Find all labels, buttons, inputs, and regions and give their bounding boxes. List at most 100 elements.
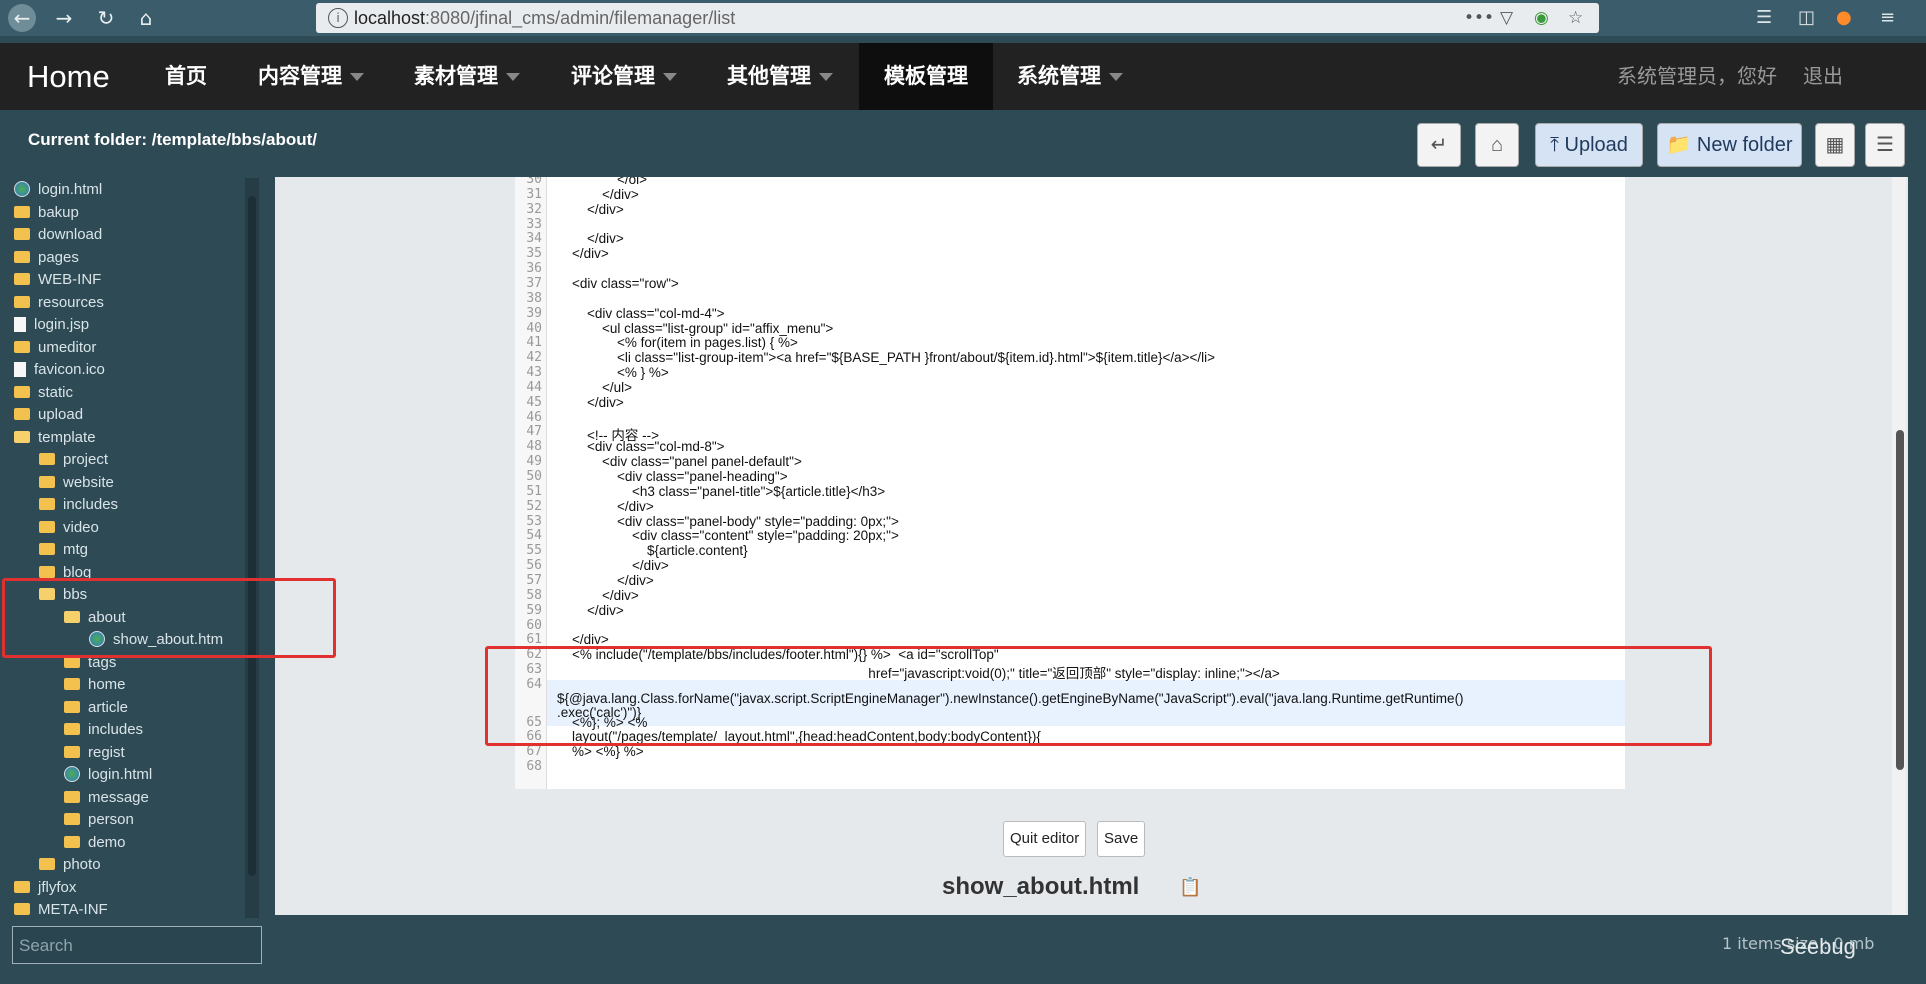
- home-folder-button[interactable]: ⌂: [1475, 123, 1519, 167]
- tree-item[interactable]: demo: [64, 832, 126, 854]
- upload-button[interactable]: ⤒ Upload: [1535, 123, 1643, 167]
- upload-icon: ⤒: [1550, 134, 1559, 156]
- tree-item[interactable]: login.html: [14, 179, 102, 201]
- folder-icon: [14, 205, 30, 218]
- folder-icon: [39, 565, 55, 578]
- tree-item-label: upload: [38, 406, 84, 423]
- tree-item[interactable]: home: [64, 674, 126, 696]
- code-line: </ul>: [557, 379, 633, 395]
- return-icon: ↵: [1430, 134, 1448, 156]
- back-icon[interactable]: ←: [8, 4, 36, 32]
- folder-icon: [64, 813, 80, 826]
- tree-item-label: demo: [88, 833, 126, 851]
- tree-item[interactable]: photo: [39, 854, 101, 876]
- code-line: <div class="panel-heading">: [557, 469, 788, 484]
- line-number: 45: [526, 394, 542, 410]
- folder-icon: [14, 250, 30, 263]
- file-name: show_about.html: [942, 873, 1140, 900]
- list-view-button[interactable]: ☰: [1865, 123, 1905, 167]
- tree-item[interactable]: resources: [14, 292, 104, 314]
- nav-item-content[interactable]: 内容管理: [258, 43, 364, 110]
- logout-link[interactable]: 退出: [1803, 43, 1843, 110]
- tree-item-label: umeditor: [38, 338, 97, 356]
- tree-item[interactable]: login.html: [64, 764, 152, 786]
- tree-item[interactable]: website: [39, 472, 114, 494]
- tree-item[interactable]: umeditor: [14, 337, 96, 359]
- tree-item[interactable]: person: [64, 809, 134, 831]
- nav-item-home[interactable]: 首页: [165, 43, 207, 110]
- pocket-icon[interactable]: ▽: [1500, 8, 1513, 28]
- code-line: </div>: [557, 587, 639, 603]
- reload-icon[interactable]: ↻: [92, 4, 120, 32]
- home-icon[interactable]: ⌂: [132, 4, 160, 32]
- tree-item-label: bakup: [38, 203, 79, 221]
- tree-item[interactable]: regist: [64, 742, 125, 764]
- menu-icon[interactable]: ≡: [1880, 7, 1895, 28]
- line-number: 39: [526, 305, 542, 321]
- nav-item-system[interactable]: 系统管理: [1017, 43, 1123, 110]
- tree-item-label: home: [88, 676, 126, 693]
- line-number: 57: [526, 572, 542, 588]
- tree-item-label: login.html: [38, 181, 103, 198]
- folder-icon: [14, 228, 30, 241]
- line-number: 58: [526, 587, 542, 603]
- search-input[interactable]: Search: [12, 926, 262, 964]
- tree-item-label: login.html: [88, 766, 153, 783]
- new-folder-button[interactable]: 📁 New folder: [1657, 123, 1802, 167]
- tree-item[interactable]: static: [14, 382, 73, 404]
- return-button[interactable]: ↵: [1417, 123, 1461, 167]
- code-line: %> <%} %>: [557, 744, 644, 760]
- tree-item-label: photo: [63, 856, 101, 873]
- info-icon[interactable]: i: [328, 8, 348, 28]
- code-line: <div class="content" style="padding: 20p…: [557, 528, 899, 544]
- nav-item-material[interactable]: 素材管理: [414, 43, 520, 110]
- clipboard-icon[interactable]: 📋: [1179, 877, 1201, 898]
- tree-scrollbar[interactable]: [248, 196, 256, 876]
- nav-item-comments[interactable]: 评论管理: [571, 43, 677, 110]
- line-number: 56: [526, 558, 542, 574]
- code-line: </ol>: [557, 177, 648, 187]
- page-actions-icon[interactable]: •••: [1464, 8, 1494, 28]
- tree-item[interactable]: favicon.ico: [14, 359, 105, 381]
- code-line: <div class="row">: [557, 275, 679, 291]
- folder-icon: [39, 520, 55, 533]
- tree-item[interactable]: jflyfox: [14, 877, 76, 899]
- nav-item-other[interactable]: 其他管理: [727, 43, 833, 110]
- tree-item[interactable]: template: [14, 427, 96, 449]
- folder-tree: login.html bakup download pages WEB-INF resou…: [0, 176, 265, 918]
- tree-item[interactable]: bakup: [14, 202, 79, 224]
- sidebar-icon[interactable]: ◫: [1798, 7, 1815, 28]
- address-bar[interactable]: i localhost:8080/jfinal_cms/admin/filema…: [316, 3, 1599, 33]
- brand-home[interactable]: Home: [27, 59, 110, 95]
- main-scrollbar[interactable]: [1896, 430, 1904, 770]
- tree-item[interactable]: pages: [14, 247, 79, 269]
- bug-extension-icon[interactable]: ◉: [1534, 8, 1549, 28]
- line-number: 33: [526, 216, 542, 232]
- tree-item[interactable]: mtg: [39, 539, 88, 561]
- folder-icon: [64, 678, 80, 691]
- tree-item[interactable]: project: [39, 449, 108, 471]
- tree-item[interactable]: download: [14, 224, 102, 246]
- tree-item[interactable]: META-INF: [14, 899, 108, 918]
- tree-item[interactable]: includes: [39, 494, 118, 516]
- library-icon[interactable]: ☰: [1756, 7, 1772, 28]
- tree-item[interactable]: login.jsp: [14, 314, 89, 336]
- code-line: </div>: [557, 602, 624, 618]
- tree-item[interactable]: message: [64, 787, 149, 809]
- grid-view-button[interactable]: ▦: [1815, 123, 1855, 167]
- tree-item[interactable]: includes: [64, 719, 143, 741]
- star-icon[interactable]: ☆: [1568, 8, 1583, 28]
- quit-editor-button[interactable]: Quit editor: [1003, 821, 1087, 857]
- tree-item[interactable]: WEB-INF: [14, 269, 101, 291]
- save-button[interactable]: Save: [1097, 821, 1146, 857]
- tree-item[interactable]: upload: [14, 404, 83, 426]
- folder-icon: [64, 700, 80, 713]
- line-number: 34: [526, 231, 542, 247]
- tree-item-label: regist: [88, 743, 125, 761]
- firefox-icon[interactable]: ●: [1836, 7, 1852, 28]
- forward-icon[interactable]: →: [50, 4, 78, 32]
- nav-item-template[interactable]: 模板管理: [859, 43, 993, 110]
- tree-item[interactable]: article: [64, 697, 128, 719]
- code-line: </div>: [557, 246, 609, 262]
- tree-item[interactable]: video: [39, 517, 99, 539]
